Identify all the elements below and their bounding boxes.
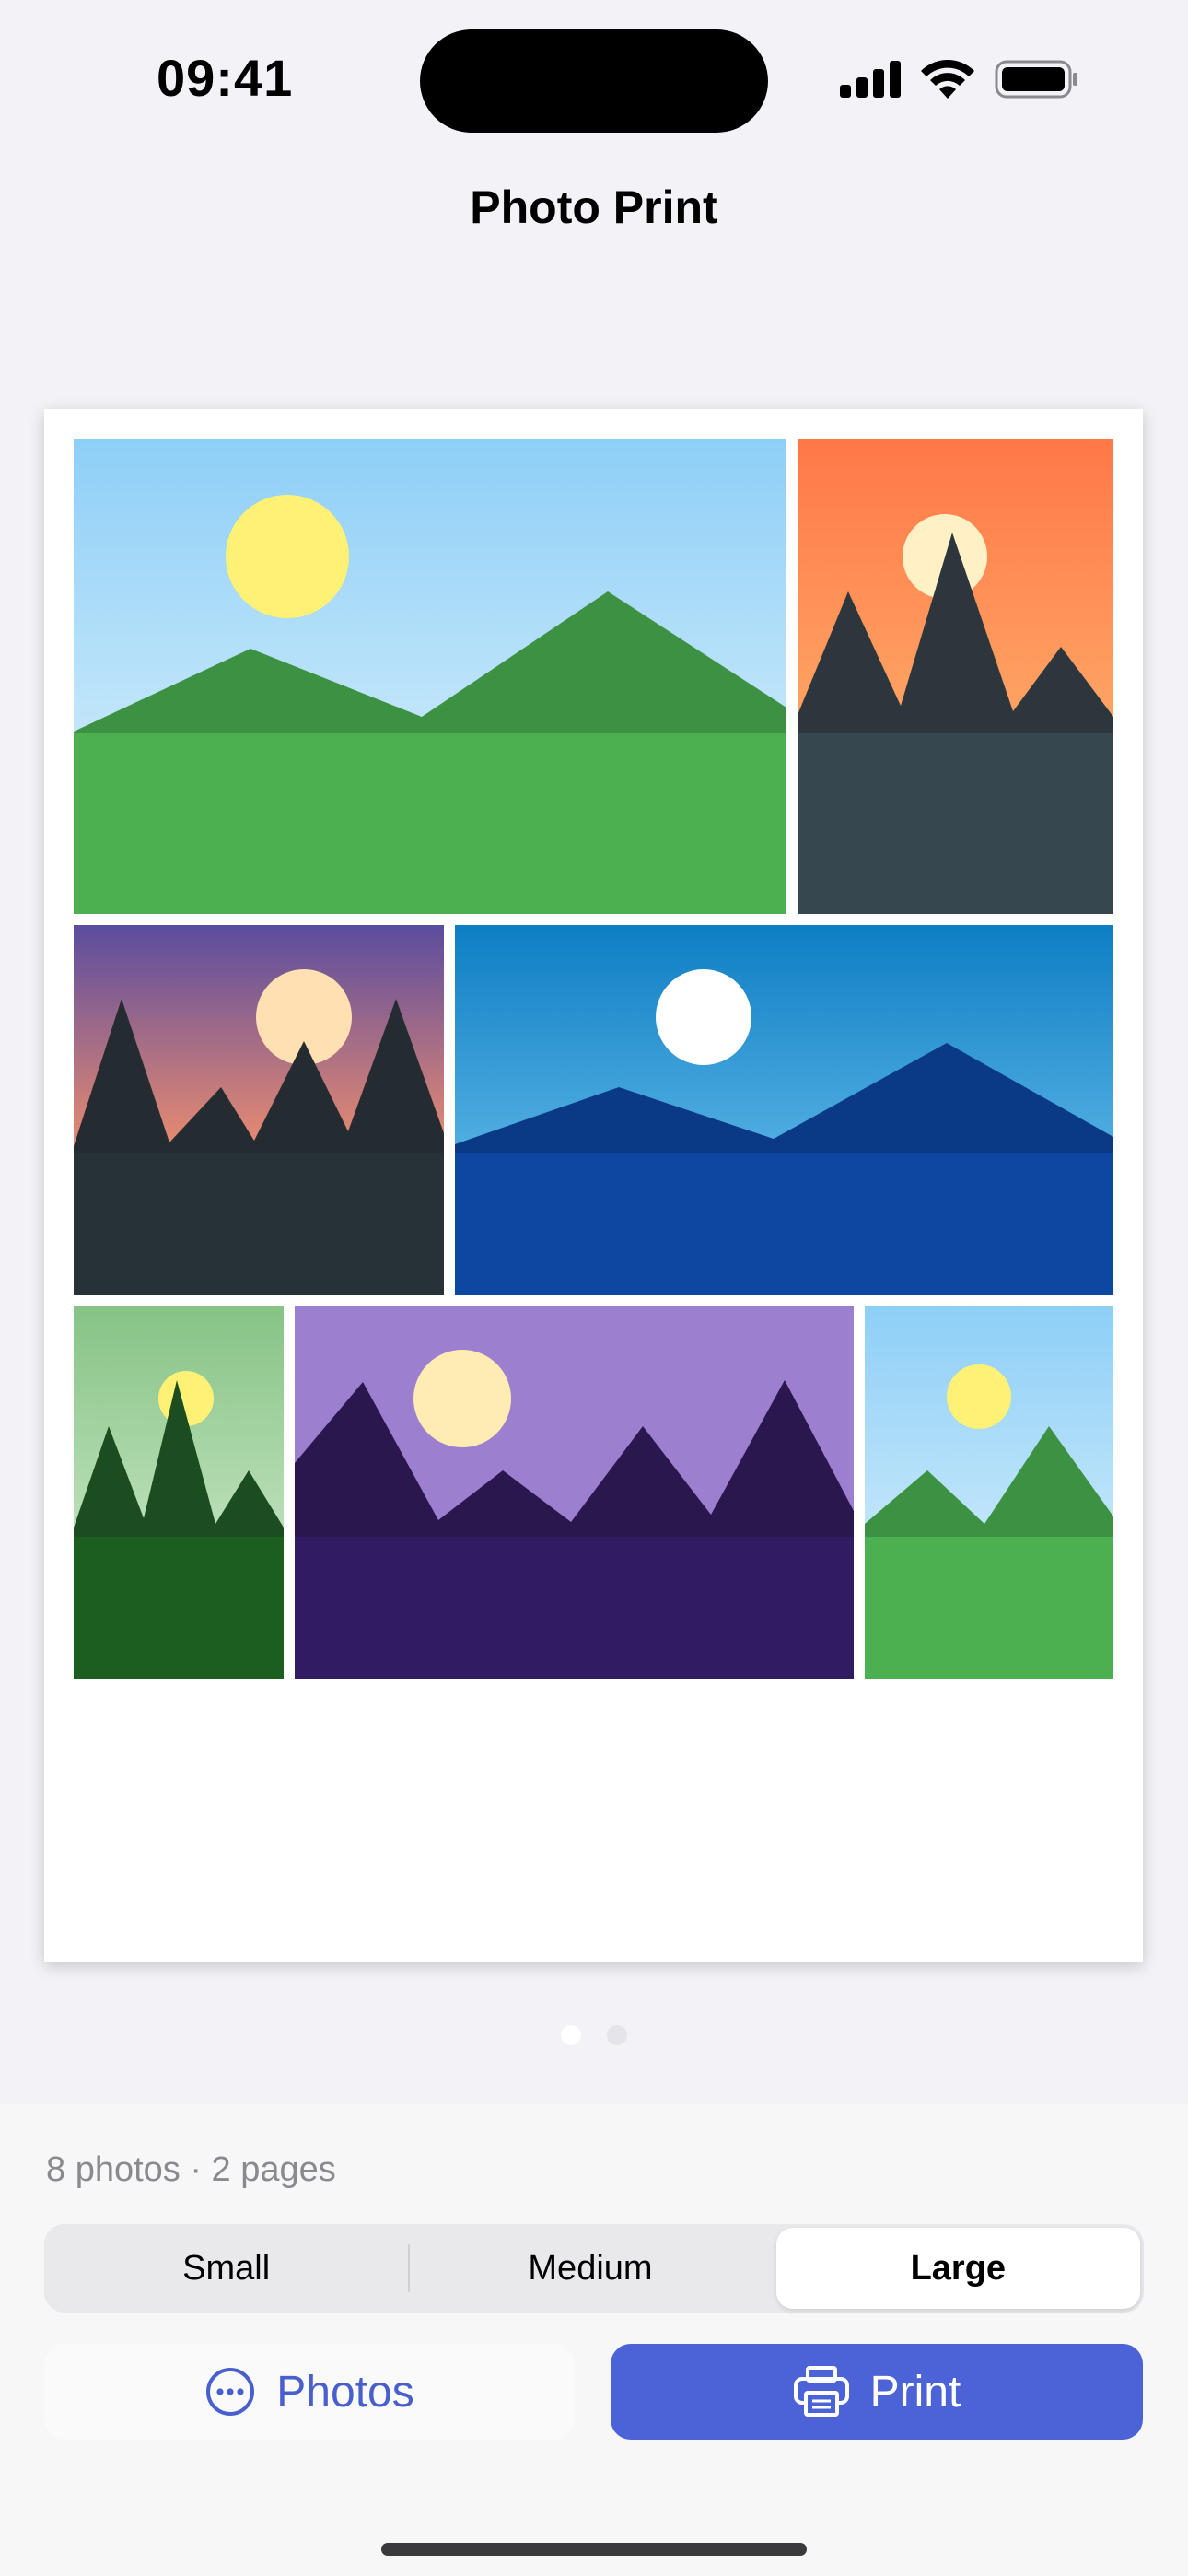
- photo-thumbnail[interactable]: [865, 1306, 1113, 1679]
- photo-thumbnail[interactable]: [295, 1306, 854, 1679]
- print-button-label: Print: [869, 2367, 961, 2417]
- photo-thumbnail[interactable]: [798, 439, 1113, 914]
- photos-button-label: Photos: [276, 2367, 414, 2417]
- status-icons: [840, 57, 1079, 101]
- home-indicator[interactable]: [381, 2543, 807, 2556]
- page-indicator[interactable]: [0, 2025, 1188, 2045]
- battery-icon: [995, 60, 1077, 99]
- dynamic-island: [420, 29, 768, 133]
- cellular-signal-icon: [840, 61, 901, 98]
- page-dot-2[interactable]: [607, 2025, 627, 2045]
- page-title: Photo Print: [470, 181, 718, 233]
- size-option-medium[interactable]: Medium: [408, 2224, 772, 2313]
- status-time: 09:41: [157, 49, 294, 107]
- size-option-small[interactable]: Small: [44, 2224, 408, 2313]
- photo-summary: 8 photos · 2 pages: [46, 2150, 336, 2189]
- photo-thumbnail[interactable]: [74, 1306, 284, 1679]
- bottom-panel: 8 photos · 2 pages Small Medium Large Ph…: [0, 2104, 1188, 2576]
- page-dot-1[interactable]: [561, 2025, 581, 2045]
- photo-thumbnail[interactable]: [455, 925, 1113, 1295]
- print-preview-page[interactable]: [44, 409, 1143, 1962]
- size-option-large[interactable]: Large: [775, 2228, 1140, 2309]
- printer-icon: [793, 2366, 849, 2417]
- wifi-icon: [921, 60, 974, 99]
- photo-thumbnail[interactable]: [74, 439, 786, 914]
- photo-thumbnail[interactable]: [74, 925, 444, 1295]
- size-segmented-control[interactable]: Small Medium Large: [44, 2224, 1144, 2313]
- photos-button[interactable]: Photos: [44, 2344, 575, 2440]
- ellipsis-circle-icon: [206, 2368, 255, 2416]
- print-button[interactable]: Print: [611, 2344, 1143, 2440]
